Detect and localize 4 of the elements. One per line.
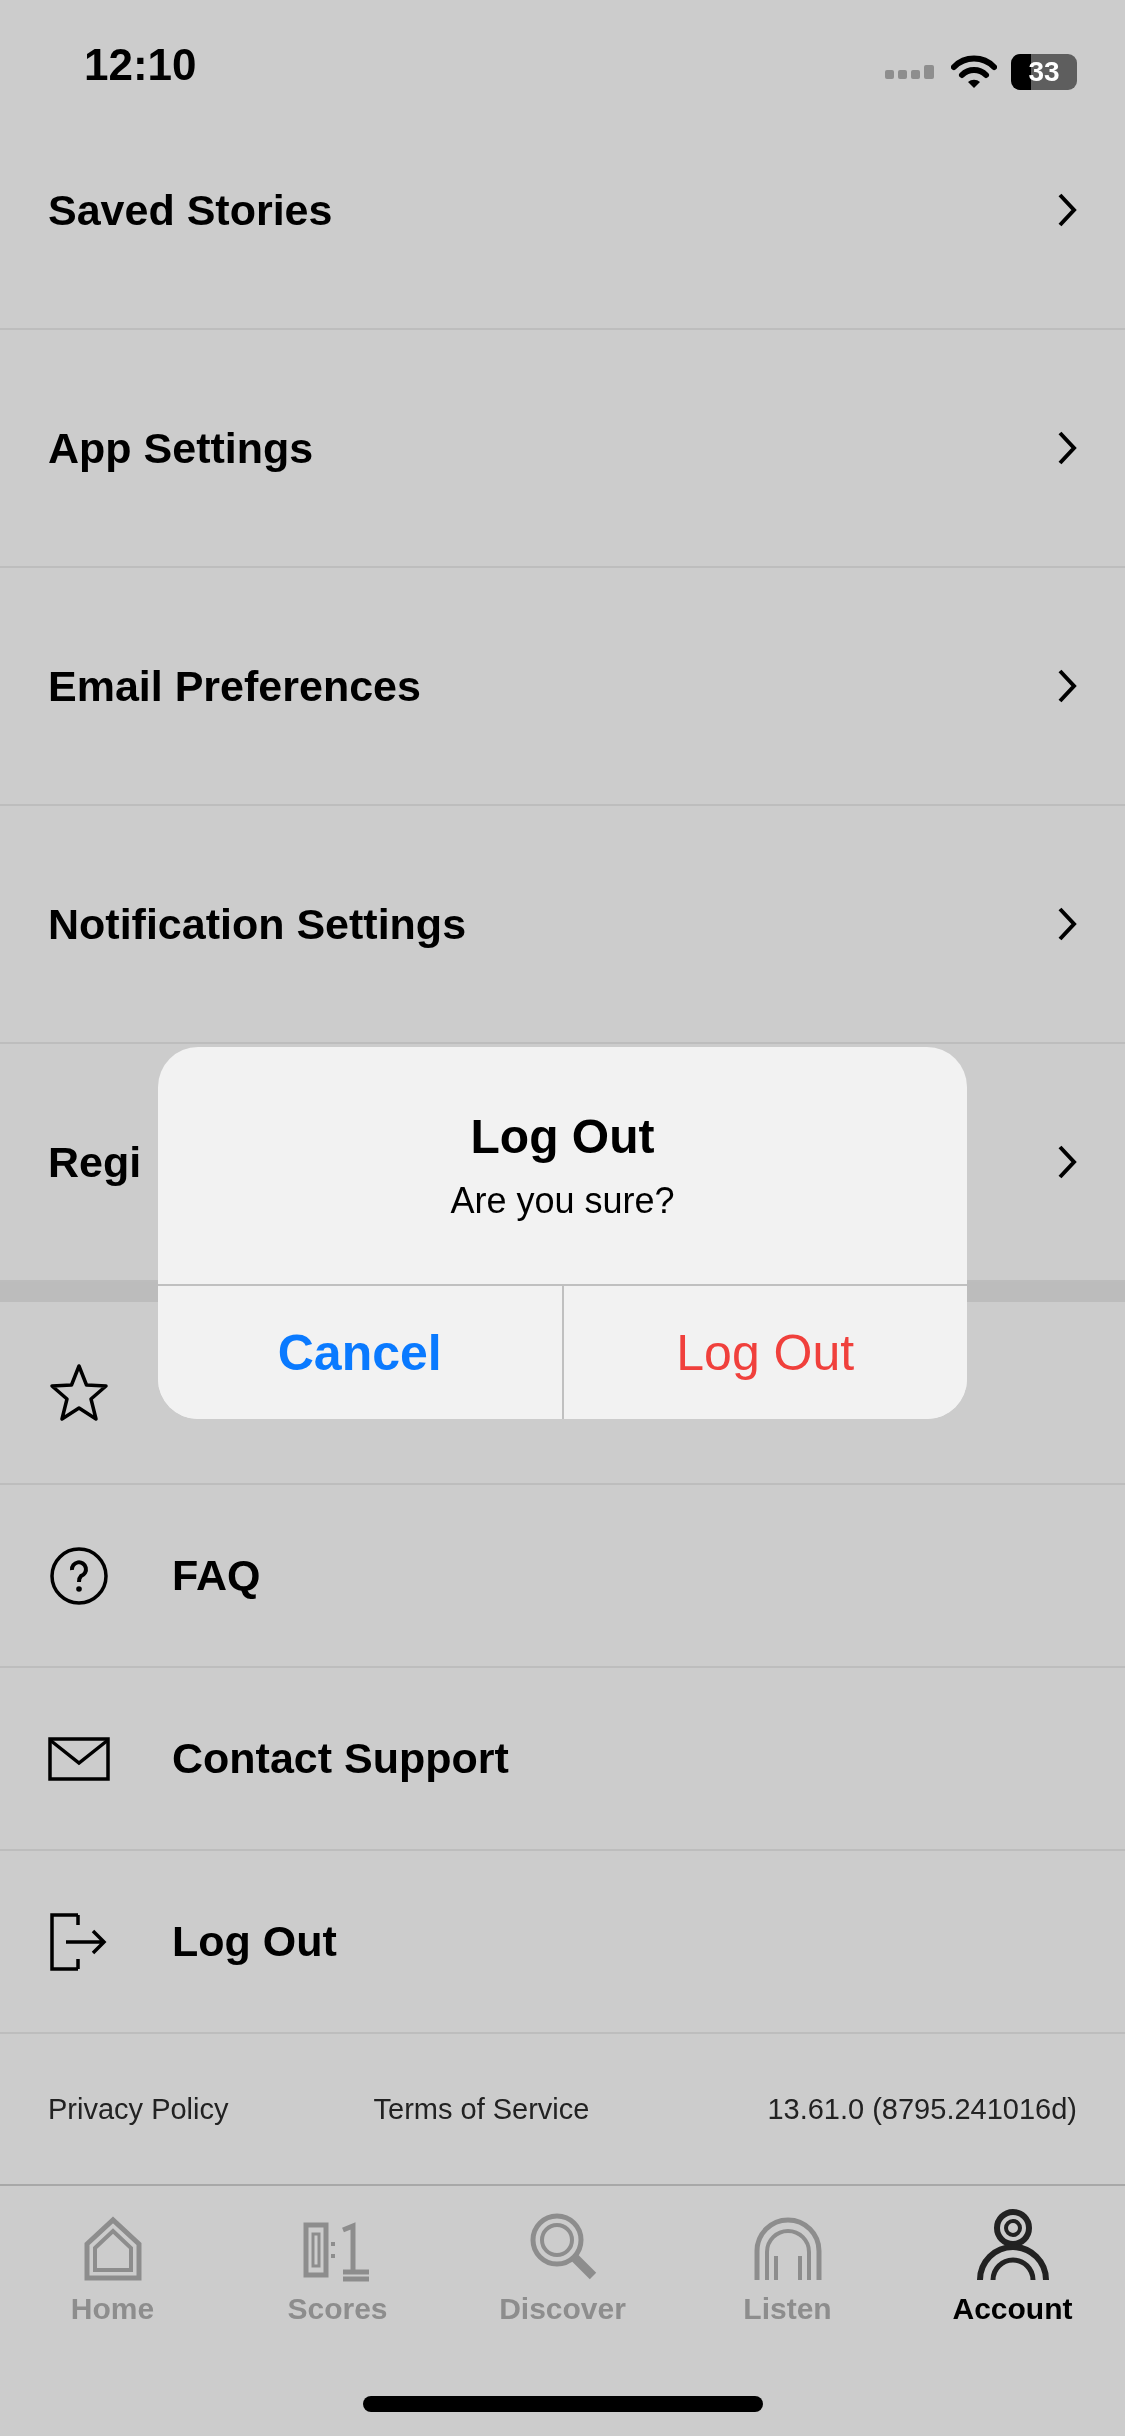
dialog-title: Log Out: [470, 1109, 655, 1164]
dialog-message: Are you sure?: [450, 1180, 675, 1222]
version-text: 13.61.0 (8795.241016d): [767, 2092, 1077, 2126]
status-time: 12:10: [84, 40, 197, 90]
